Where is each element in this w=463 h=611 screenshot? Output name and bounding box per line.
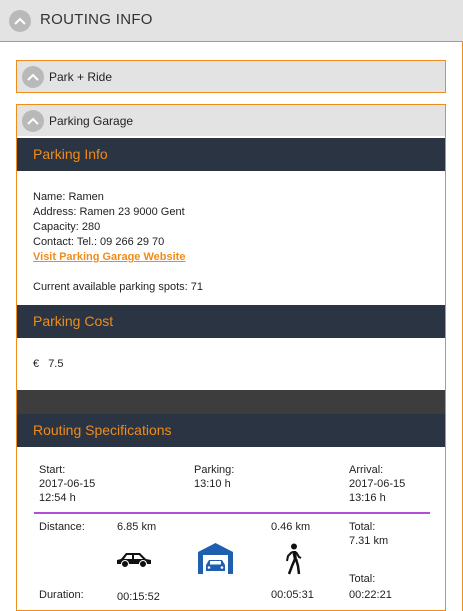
start-info: Start: 2017-06-15 12:54 h: [39, 463, 95, 505]
parking-address: Address: Ramen 23 9000 Gent: [33, 206, 185, 218]
car-duration: 00:15:52: [117, 591, 160, 603]
accordion-park-ride[interactable]: Park + Ride: [16, 60, 446, 93]
divider: [17, 390, 445, 414]
accordion-label: Park + Ride: [49, 70, 113, 84]
website-link[interactable]: Visit Parking Garage Website: [33, 250, 185, 265]
parking-capacity: Capacity: 280: [33, 221, 101, 233]
parking-name: Name: Ramen: [33, 191, 104, 203]
parking-time-info: Parking: 13:10 h: [194, 463, 234, 491]
car-distance: 6.85 km: [117, 521, 157, 533]
chevron-up-icon[interactable]: [22, 66, 44, 88]
chevron-up-icon[interactable]: [9, 10, 31, 32]
accordion-label: Parking Garage: [49, 114, 134, 128]
total-distance-info: Total: 7.31 km: [349, 520, 388, 548]
parking-contact: Contact: Tel.: 09 266 29 70: [33, 236, 165, 248]
section-parking-cost: Parking Cost: [17, 305, 445, 338]
parking-label: Parking:: [194, 464, 235, 476]
start-time: 12:54 h: [39, 492, 76, 504]
arrival-info: Arrival: 2017-06-15 13:16 h: [349, 463, 405, 505]
section-routing-specifications: Routing Specifications: [17, 414, 445, 447]
walk-distance: 0.46 km: [271, 521, 311, 533]
arrival-date: 2017-06-15: [349, 478, 406, 490]
chevron-up-icon[interactable]: [22, 110, 44, 132]
total-distance: 7.31 km: [349, 535, 389, 547]
currency-symbol: €: [33, 358, 40, 370]
page-title: ROUTING INFO: [40, 11, 153, 28]
parking-time: 13:10 h: [194, 478, 231, 490]
parking-cost-value: € 7.5: [33, 357, 63, 372]
distance-label: Distance:: [39, 521, 85, 533]
section-heading: Routing Specifications: [33, 422, 172, 438]
section-heading: Parking Info: [33, 146, 108, 162]
cost-amount: 7.5: [48, 358, 64, 370]
total-duration-label: Total:: [349, 573, 376, 585]
parking-garage-content: Parking Info Name: Ramen Address: Ramen …: [16, 136, 446, 611]
section-heading: Parking Cost: [33, 313, 114, 329]
walking-person-icon: [284, 543, 302, 580]
routing-info-header[interactable]: ROUTING INFO: [0, 0, 463, 42]
arrival-time: 13:16 h: [349, 492, 386, 504]
start-date: 2017-06-15: [39, 478, 96, 490]
total-duration: 00:22:21: [349, 589, 392, 601]
walk-duration: 00:05:31: [271, 589, 314, 601]
start-label: Start:: [39, 464, 66, 476]
accordion-parking-garage[interactable]: Parking Garage: [16, 104, 446, 137]
total-label: Total:: [349, 521, 376, 533]
arrival-label: Arrival:: [349, 464, 384, 476]
available-spots: Current available parking spots: 71: [33, 281, 203, 293]
route-line: [34, 512, 430, 514]
car-icon: [115, 547, 153, 574]
parking-details: Name: Ramen Address: Ramen 23 9000 Gent …: [33, 190, 185, 265]
section-parking-info: Parking Info: [17, 138, 445, 171]
parking-garage-icon: [197, 542, 234, 579]
duration-label: Duration:: [39, 589, 84, 601]
